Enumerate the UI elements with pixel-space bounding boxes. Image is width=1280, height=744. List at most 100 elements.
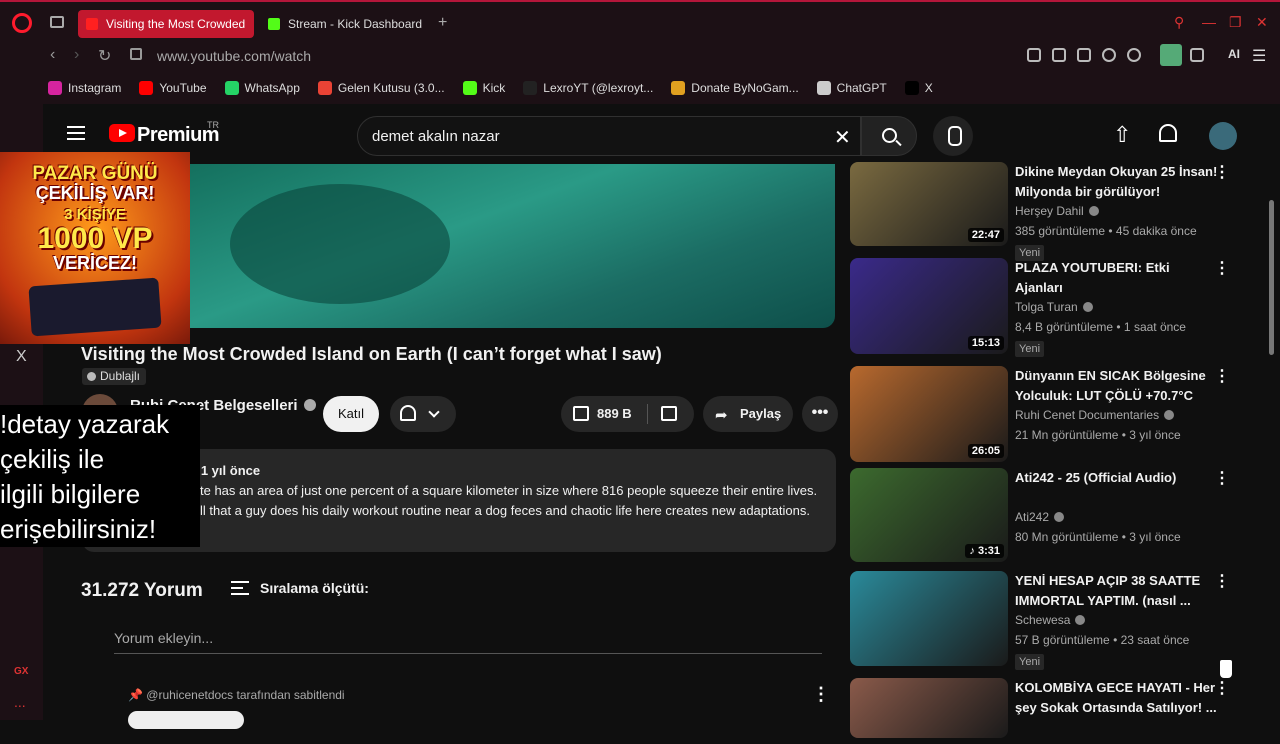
- search-tabs-icon[interactable]: ⚲: [1174, 14, 1184, 31]
- share-icon: ➦: [715, 407, 728, 424]
- back-icon[interactable]: ‹: [50, 46, 55, 64]
- add-comment-input[interactable]: Yorum ekleyin...: [114, 630, 213, 646]
- comment-input-underline: [114, 653, 822, 654]
- bookmark-item[interactable]: Instagram: [48, 81, 121, 95]
- recommendation-title[interactable]: Dikine Meydan Okuyan 25 İnsan! Milyonda …: [1015, 162, 1220, 202]
- bookmark-favicon-icon: [224, 81, 239, 95]
- more-actions-button[interactable]: •••: [802, 396, 838, 432]
- recommendation-channel[interactable]: Ruhi Cenet Documentaries: [1015, 408, 1175, 422]
- sort-icon[interactable]: [231, 581, 249, 595]
- recommendation-channel[interactable]: Ati242: [1015, 510, 1065, 524]
- giveaway-promo-overlay: PAZAR GÜNÜ ÇEKİLİŞ VAR! 3 KİŞİYE 1000 VP…: [0, 152, 190, 344]
- upload-icon[interactable]: ⇧: [1113, 122, 1131, 148]
- search-input[interactable]: demet akalın nazar ✕: [357, 116, 861, 156]
- pin-icon[interactable]: [1027, 48, 1041, 62]
- dislike-icon[interactable]: [661, 406, 677, 421]
- account-avatar[interactable]: [1209, 122, 1237, 150]
- video-thumbnail[interactable]: [850, 678, 1008, 738]
- recommendation-options-icon[interactable]: ⋮: [1214, 162, 1230, 182]
- recommendation-options-icon[interactable]: ⋮: [1214, 678, 1230, 698]
- recommendation-options-icon[interactable]: ⋮: [1214, 571, 1230, 591]
- recommendation-item[interactable]: KOLOMBİYA GECE HAYATI - Her şey Sokak Or…: [850, 678, 1260, 744]
- recommendation-channel[interactable]: Tolga Turan: [1015, 300, 1093, 314]
- aria-ai-button[interactable]: AI: [1228, 47, 1240, 61]
- tab-kick[interactable]: Stream - Kick Dashboard: [260, 10, 440, 38]
- search-button[interactable]: [861, 116, 917, 156]
- bookmark-item[interactable]: Donate ByNoGam...: [671, 81, 799, 95]
- bookmark-item[interactable]: Gelen Kutusu (3.0...: [317, 81, 445, 95]
- minimize-icon[interactable]: —: [1202, 14, 1216, 30]
- shield-icon[interactable]: [1077, 48, 1091, 62]
- recommendation-channel[interactable]: Schewesa: [1015, 613, 1086, 627]
- voice-search-icon[interactable]: [933, 116, 973, 156]
- new-badge: Yeni: [1015, 341, 1045, 357]
- bookmark-item[interactable]: Kick: [462, 81, 505, 95]
- recommendation-title[interactable]: KOLOMBİYA GECE HAYATI - Her şey Sokak Or…: [1015, 678, 1220, 718]
- profile-avatar[interactable]: [1160, 44, 1182, 66]
- video-thumbnail[interactable]: ♪ 3:31: [850, 468, 1008, 562]
- video-thumbnail[interactable]: 15:13: [850, 258, 1008, 354]
- bookmark-item[interactable]: LexroYT (@lexroyt...: [523, 81, 653, 95]
- menu-icon[interactable]: [67, 126, 85, 140]
- subscription-bell-button[interactable]: [390, 396, 456, 432]
- close-window-icon[interactable]: ✕: [1256, 14, 1268, 31]
- maximize-icon[interactable]: ❐: [1229, 14, 1242, 31]
- recommendation-options-icon[interactable]: ⋮: [1214, 258, 1230, 278]
- like-count[interactable]: 889 B: [597, 406, 632, 421]
- recommendation-item[interactable]: YENİ HESAP AÇIP 38 SAATTE IMMORTAL YAPTI…: [850, 571, 1260, 672]
- video-thumbnail[interactable]: [850, 571, 1008, 666]
- video-player[interactable]: [190, 164, 835, 328]
- sort-button[interactable]: Sıralama ölçütü:: [260, 580, 369, 596]
- recommendation-options-icon[interactable]: ⋮: [1214, 468, 1230, 488]
- comment-options-icon[interactable]: ⋮: [812, 684, 830, 705]
- description-text: te has an area of just one percent of a …: [200, 483, 818, 498]
- mouse-cursor: [1220, 660, 1232, 678]
- like-dislike-pill: 889 B: [561, 396, 694, 432]
- pinned-comment-label: 📌 @ruhicenetdocs tarafından sabitlendi: [128, 688, 345, 702]
- promo-line: ÇEKİLİŞ VAR!: [35, 182, 155, 203]
- bookmark-item[interactable]: X: [904, 81, 933, 95]
- share-button[interactable]: ➦ Paylaş: [703, 396, 793, 432]
- tab-youtube[interactable]: Visiting the Most Crowded: [78, 10, 254, 38]
- overlay-line: !detay yazarak: [0, 409, 170, 439]
- scrollbar[interactable]: [1269, 200, 1274, 355]
- recommendation-channel[interactable]: Herşey Dahil: [1015, 204, 1099, 218]
- recommendation-item[interactable]: 15:13 PLAZA YOUTUBERI: Etki Ajanları Tolga…: [850, 258, 1260, 360]
- new-tab-icon[interactable]: +: [438, 14, 447, 32]
- sidebar-more-icon[interactable]: ...: [14, 694, 26, 710]
- channel-label: Herşey Dahil: [1015, 204, 1084, 218]
- recommendation-item[interactable]: 22:47 Dikine Meydan Okuyan 25 İnsan! Mily…: [850, 162, 1260, 261]
- recommendation-title[interactable]: YENİ HESAP AÇIP 38 SAATTE IMMORTAL YAPTI…: [1015, 571, 1220, 611]
- youtube-logo-icon[interactable]: [109, 124, 135, 142]
- recommendation-item[interactable]: ♪ 3:31 Ati242 - 25 (Official Audio) Ati242…: [850, 468, 1260, 568]
- bookmark-item[interactable]: WhatsApp: [224, 81, 300, 95]
- heart-icon[interactable]: [1127, 48, 1141, 62]
- easy-setup-icon[interactable]: ☰: [1252, 46, 1266, 66]
- notifications-icon[interactable]: [1159, 124, 1177, 142]
- x-sidebar-icon[interactable]: X: [16, 348, 27, 366]
- clear-search-icon[interactable]: ✕: [834, 125, 851, 150]
- recommendation-title[interactable]: Dünyanın EN SICAK Bölgesine Yolculuk: LU…: [1015, 366, 1220, 406]
- opera-logo-icon[interactable]: [12, 13, 32, 33]
- video-thumbnail[interactable]: 22:47: [850, 162, 1008, 246]
- forward-icon[interactable]: ›: [74, 46, 79, 64]
- url-field[interactable]: www.youtube.com/watch: [157, 48, 311, 64]
- join-button[interactable]: Katıl: [323, 396, 379, 432]
- tab-list-icon[interactable]: [50, 16, 64, 28]
- recommendation-title[interactable]: PLAZA YOUTUBERI: Etki Ajanları: [1015, 258, 1220, 298]
- gx-icon[interactable]: GX: [14, 666, 28, 677]
- player-icon[interactable]: [1102, 48, 1116, 62]
- recommendation-item[interactable]: 26:05 Dünyanın EN SICAK Bölgesine Yolculu…: [850, 366, 1260, 468]
- download-icon[interactable]: [1190, 48, 1204, 62]
- recommendation-title[interactable]: Ati242 - 25 (Official Audio): [1015, 468, 1220, 488]
- reload-icon[interactable]: ↻: [98, 46, 111, 66]
- like-icon[interactable]: [573, 406, 589, 421]
- bookmark-item[interactable]: YouTube: [139, 81, 207, 95]
- tab-label: Stream - Kick Dashboard: [288, 17, 423, 31]
- bookmark-item[interactable]: ChatGPT: [816, 81, 887, 95]
- recommendation-options-icon[interactable]: ⋮: [1214, 366, 1230, 386]
- pinned-author-tag[interactable]: [128, 711, 244, 729]
- video-thumbnail[interactable]: 26:05: [850, 366, 1008, 462]
- screenshot-icon[interactable]: [1052, 48, 1066, 62]
- bookmark-favicon-icon: [904, 81, 919, 95]
